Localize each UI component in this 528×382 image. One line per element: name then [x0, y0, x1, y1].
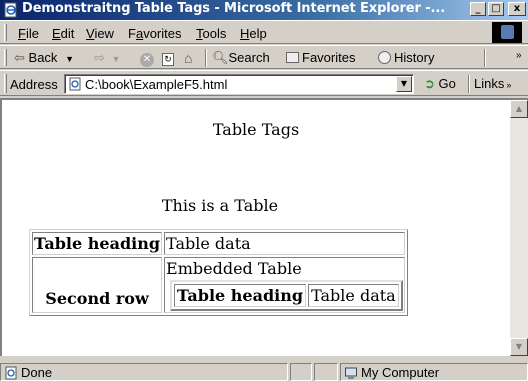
- row2-heading-cell: Second row: [32, 257, 163, 313]
- forward-arrow-icon: ⇨: [94, 50, 105, 65]
- forward-dropdown-icon[interactable]: ▼: [112, 54, 121, 64]
- address-input[interactable]: C:\book\ExampleF5.html ▼: [64, 74, 414, 94]
- row1-data-cell: Table data: [164, 232, 405, 255]
- table-caption: This is a Table: [161, 196, 279, 215]
- menu-favorites[interactable]: Favorites: [128, 26, 181, 41]
- toolbar-separator: [484, 49, 486, 67]
- page-icon: [69, 77, 81, 91]
- embedded-caption: Embedded Table: [166, 259, 302, 278]
- status-bar: Done My Computer: [0, 362, 528, 382]
- menu-view[interactable]: View: [86, 26, 114, 41]
- go-button[interactable]: ➲ Go: [424, 76, 456, 92]
- menu-edit[interactable]: Edit: [52, 26, 74, 41]
- browser-window: Demonstraitng Table Tags - Microsoft Int…: [0, 0, 528, 382]
- history-icon: [378, 51, 391, 64]
- menu-bar: File Edit View Favorites Tools Help: [0, 20, 528, 44]
- toolbar-separator: [205, 49, 207, 67]
- inner-data-cell: Table data: [308, 284, 399, 307]
- status-pane-empty: [314, 363, 338, 381]
- outer-table: Table heading Table data Second row Embe…: [29, 229, 408, 316]
- search-button[interactable]: 🔍︎Search: [212, 50, 270, 66]
- inner-heading-cell: Table heading: [174, 284, 307, 307]
- table-row: Second row Embedded Table Table heading …: [32, 257, 405, 313]
- stop-icon: ✕: [140, 53, 154, 67]
- scroll-up-icon[interactable]: ▲: [510, 100, 528, 118]
- row1-heading-cell: Table heading: [32, 232, 163, 255]
- standard-toolbar: ⇦ Back ▼ ⇨ ▼ ✕ ↻ ⌂ 🔍︎Search Favorites Hi…: [0, 45, 528, 69]
- address-bar: Address C:\book\ExampleF5.html ▼ ➲ Go Li…: [0, 70, 528, 96]
- forward-button[interactable]: ⇨ ▼: [94, 50, 120, 66]
- computer-icon: [345, 367, 357, 379]
- zone-pane: My Computer: [340, 363, 528, 381]
- table-row: Table heading Table data: [32, 232, 405, 255]
- page-heading: Table Tags: [212, 120, 300, 139]
- vertical-scrollbar[interactable]: ▲ ▼: [510, 100, 528, 356]
- scroll-down-icon[interactable]: ▼: [510, 338, 528, 356]
- back-arrow-icon: ⇦: [14, 50, 25, 65]
- back-button[interactable]: ⇦ Back ▼: [14, 50, 74, 66]
- links-button[interactable]: Links»: [474, 76, 511, 91]
- ie-page-icon: [4, 2, 17, 18]
- stop-button[interactable]: ✕: [140, 50, 154, 67]
- history-button[interactable]: History: [378, 50, 434, 65]
- home-button[interactable]: ⌂: [184, 50, 192, 66]
- ie-throbber-icon: [492, 22, 522, 43]
- table-row: Table heading Table data: [174, 284, 399, 307]
- links-chevron-icon: »: [506, 80, 512, 90]
- refresh-button[interactable]: ↻: [162, 50, 174, 66]
- zone-text: My Computer: [361, 365, 440, 380]
- embedded-table-cell: Embedded Table Table heading Table data: [164, 257, 405, 313]
- status-pane: Done: [0, 363, 288, 381]
- menu-help[interactable]: Help: [240, 26, 267, 41]
- status-text: Done: [21, 365, 53, 380]
- web-page: Table Tags This is a Table Table heading…: [2, 100, 510, 356]
- address-label: Address: [10, 77, 58, 92]
- favorites-icon: [286, 52, 299, 63]
- close-button[interactable]: x: [508, 2, 526, 16]
- inner-table: Table heading Table data: [170, 280, 403, 311]
- window-title: Demonstraitng Table Tags - Microsoft Int…: [22, 1, 446, 16]
- minimize-button[interactable]: _: [470, 2, 486, 16]
- address-value: C:\book\ExampleF5.html: [85, 77, 228, 92]
- address-separator: [468, 75, 470, 93]
- menu-tools[interactable]: Tools: [196, 26, 226, 41]
- favorites-button[interactable]: Favorites: [286, 50, 355, 65]
- search-icon: 🔍︎: [212, 50, 229, 65]
- maximize-button[interactable]: □: [488, 2, 504, 16]
- refresh-icon: ↻: [162, 53, 174, 66]
- menu-file[interactable]: File: [18, 26, 39, 41]
- menu-grip[interactable]: [4, 24, 7, 41]
- address-dropdown-icon[interactable]: ▼: [396, 76, 412, 92]
- title-bar[interactable]: Demonstraitng Table Tags - Microsoft Int…: [0, 0, 528, 20]
- go-arrow-icon: ➲: [424, 76, 435, 91]
- status-pane-empty: [290, 363, 312, 381]
- content-frame: Table Tags This is a Table Table heading…: [0, 98, 528, 356]
- toolbar-grip[interactable]: [4, 49, 7, 66]
- home-icon: ⌂: [184, 50, 193, 66]
- back-dropdown-icon[interactable]: ▼: [65, 54, 74, 64]
- toolbar-chevron-icon[interactable]: »: [516, 50, 522, 61]
- page-done-icon: [5, 366, 17, 380]
- address-grip[interactable]: [4, 74, 7, 93]
